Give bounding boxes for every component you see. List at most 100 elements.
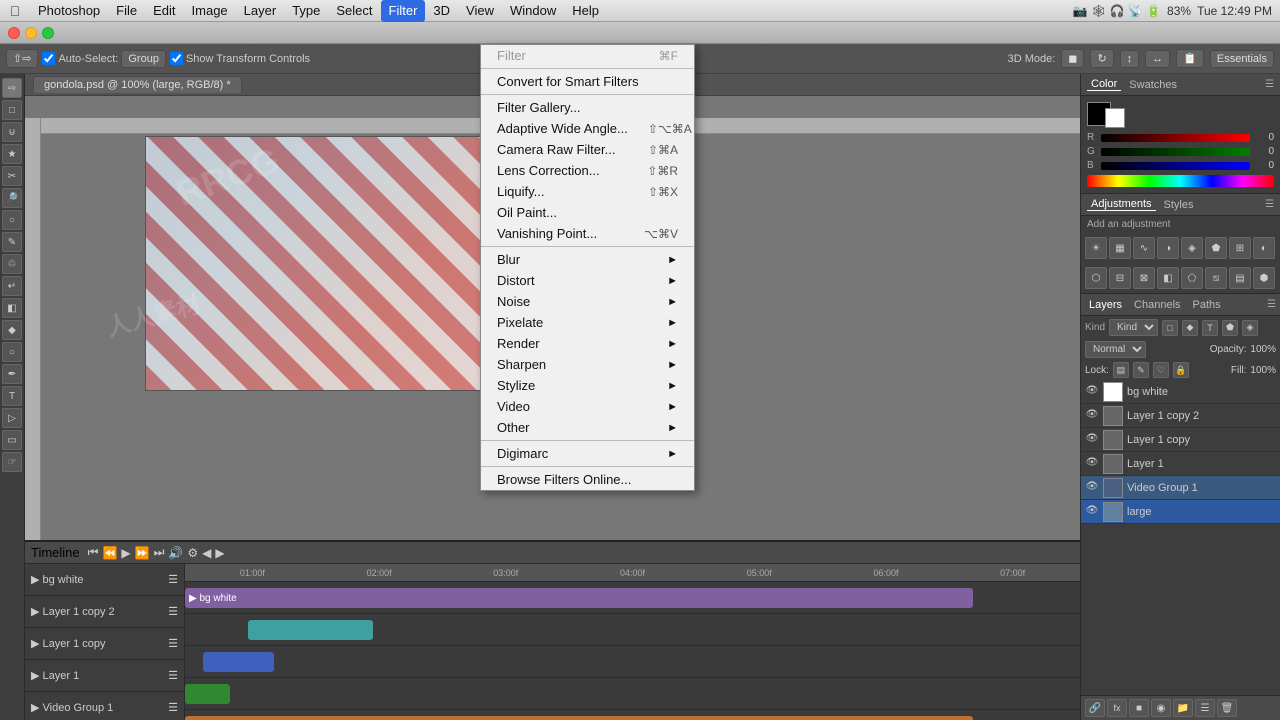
transform-checkbox[interactable] — [170, 52, 183, 65]
filter-noise[interactable]: Noise ► — [481, 291, 694, 312]
magic-wand-icon[interactable]: ★ — [2, 144, 22, 164]
filter-video[interactable]: Video ► — [481, 396, 694, 417]
group-dropdown[interactable]: Group — [121, 50, 166, 68]
adj-panel-menu[interactable]: ☰ — [1265, 199, 1274, 210]
track-add-2[interactable]: ☰ — [168, 637, 178, 650]
r-slider[interactable] — [1101, 134, 1250, 142]
blend-mode-select[interactable]: Normal — [1085, 341, 1146, 358]
history-brush-icon[interactable]: ↵ — [2, 276, 22, 296]
invert-adj-icon[interactable]: ◧ — [1157, 267, 1179, 289]
menu-select[interactable]: Select — [328, 0, 380, 22]
filter-stylize[interactable]: Stylize ► — [481, 375, 694, 396]
tab-adjustments[interactable]: Adjustments — [1087, 198, 1156, 211]
filter-blur[interactable]: Blur ► — [481, 249, 694, 270]
posterize-adj-icon[interactable]: ⬠ — [1181, 267, 1203, 289]
layer-item-vg1[interactable]: 👁 Video Group 1 — [1081, 476, 1280, 500]
auto-select-checkbox[interactable] — [42, 52, 55, 65]
hue-adj-icon[interactable]: ⬟ — [1205, 237, 1227, 259]
eye-icon-l1c2[interactable]: 👁 — [1085, 409, 1099, 423]
new-layer-btn[interactable]: ☰ — [1195, 699, 1215, 717]
filter-sharpen[interactable]: Sharpen ► — [481, 354, 694, 375]
eye-icon-large[interactable]: 👁 — [1085, 505, 1099, 519]
timeline-play[interactable]: ▶ — [121, 546, 130, 560]
lasso-tool-icon[interactable]: ⊍ — [2, 122, 22, 142]
timeline-to-start[interactable]: ⏮ — [88, 545, 99, 560]
type-tool-icon[interactable]: T — [2, 386, 22, 406]
link-layers-btn[interactable]: 🔗 — [1085, 699, 1105, 717]
color-lookup-adj-icon[interactable]: ⊠ — [1133, 267, 1155, 289]
smartobj-filter-icon[interactable]: ◈ — [1242, 320, 1258, 336]
filter-browse-online[interactable]: Browse Filters Online... — [481, 469, 694, 490]
menu-file[interactable]: File — [108, 0, 145, 22]
menu-window[interactable]: Window — [502, 0, 564, 22]
track-add-1[interactable]: ☰ — [168, 605, 178, 618]
filter-convert-smart[interactable]: Convert for Smart Filters — [481, 71, 694, 92]
3d-mode-btn2[interactable]: ↻ — [1090, 49, 1113, 68]
filter-camera-raw[interactable]: Camera Raw Filter... ⇧⌘A — [481, 139, 694, 160]
timeline-next-frame[interactable]: ⏩ — [135, 546, 150, 560]
adj-filter-icon[interactable]: ◆ — [1182, 320, 1198, 336]
filter-vanishing-point[interactable]: Vanishing Point... ⌥⌘V — [481, 223, 694, 244]
track-bar-l1c2[interactable] — [248, 620, 373, 640]
photo-filter-adj-icon[interactable]: ⬡ — [1085, 267, 1107, 289]
menu-3d[interactable]: 3D — [425, 0, 458, 22]
menu-filter[interactable]: Filter — [381, 0, 426, 22]
tab-swatches[interactable]: Swatches — [1125, 79, 1181, 91]
color-balance-adj-icon[interactable]: ⊞ — [1229, 237, 1251, 259]
timeline-audio[interactable]: 🔊 — [168, 546, 183, 560]
timeline-frame-right[interactable]: ▶ — [215, 546, 224, 560]
timeline-settings[interactable]: ⚙ — [187, 546, 198, 560]
selective-color-adj-icon[interactable]: ⬢ — [1253, 267, 1275, 289]
move-tool-btn[interactable]: ⇧⇨ — [6, 49, 38, 68]
track-bar-l1[interactable] — [185, 684, 230, 704]
move-tool-icon[interactable]: ⇨ — [2, 78, 22, 98]
canvas-tab-item[interactable]: gondola.psd @ 100% (large, RGB/8) * — [33, 76, 242, 93]
panel-menu-icon[interactable]: ☰ — [1265, 79, 1274, 90]
shape-filter-icon[interactable]: ⬟ — [1222, 320, 1238, 336]
close-button[interactable] — [8, 27, 20, 39]
filter-render[interactable]: Render ► — [481, 333, 694, 354]
maximize-button[interactable] — [42, 27, 54, 39]
type-filter-icon[interactable]: T — [1202, 320, 1218, 336]
new-fill-adj-btn[interactable]: ◉ — [1151, 699, 1171, 717]
add-mask-btn[interactable]: ■ — [1129, 699, 1149, 717]
apple-menu[interactable]:  — [0, 3, 30, 19]
timeline-content[interactable]: 01:00f 02:00f 03:00f 04:00f 05:00f 06:00… — [185, 564, 1080, 720]
timeline-to-end[interactable]: ⏭ — [154, 545, 165, 560]
track-bar-vg[interactable]: ▶ large — [185, 716, 973, 720]
menu-photoshop[interactable]: Photoshop — [30, 0, 108, 22]
curves-adj-icon[interactable]: ∿ — [1133, 237, 1155, 259]
timeline-frame-left[interactable]: ◀ — [202, 546, 211, 560]
3d-mode-btn3[interactable]: ↕ — [1120, 50, 1140, 68]
tab-color[interactable]: Color — [1087, 78, 1121, 91]
shape-tool-icon[interactable]: ▭ — [2, 430, 22, 450]
filter-oil-paint[interactable]: Oil Paint... — [481, 202, 694, 223]
menu-image[interactable]: Image — [184, 0, 236, 22]
eye-icon-vg1[interactable]: 👁 — [1085, 481, 1099, 495]
marquee-tool-icon[interactable]: □ — [2, 100, 22, 120]
dodge-tool-icon[interactable]: ○ — [2, 342, 22, 362]
3d-mode-btn4[interactable]: ↔ — [1145, 50, 1170, 68]
tab-layers[interactable]: Layers — [1085, 298, 1126, 312]
pixel-filter-icon[interactable]: □ — [1162, 320, 1178, 336]
eraser-tool-icon[interactable]: ◧ — [2, 298, 22, 318]
eyedropper-icon[interactable]: 🔎 — [2, 188, 22, 208]
exposure-adj-icon[interactable]: ◑ — [1157, 237, 1179, 259]
filter-digimarc[interactable]: Digimarc ► — [481, 443, 694, 464]
color-spectrum-bar[interactable] — [1087, 175, 1274, 187]
path-select-icon[interactable]: ▷ — [2, 408, 22, 428]
g-slider[interactable] — [1101, 148, 1250, 156]
bw-adj-icon[interactable]: ◐ — [1253, 237, 1275, 259]
brightness-adj-icon[interactable]: ☀ — [1085, 237, 1107, 259]
layer-item-large[interactable]: 👁 large — [1081, 500, 1280, 524]
tab-channels[interactable]: Channels — [1130, 298, 1184, 312]
stamp-tool-icon[interactable]: ♲ — [2, 254, 22, 274]
minimize-button[interactable] — [25, 27, 37, 39]
menu-edit[interactable]: Edit — [145, 0, 183, 22]
vibrance-adj-icon[interactable]: ◈ — [1181, 237, 1203, 259]
3d-mode-btn5[interactable]: 📋 — [1176, 49, 1204, 68]
track-add-3[interactable]: ☰ — [168, 669, 178, 682]
menu-type[interactable]: Type — [284, 0, 328, 22]
layer-item-bg-white[interactable]: 👁 bg white — [1081, 380, 1280, 404]
menu-help[interactable]: Help — [564, 0, 607, 22]
